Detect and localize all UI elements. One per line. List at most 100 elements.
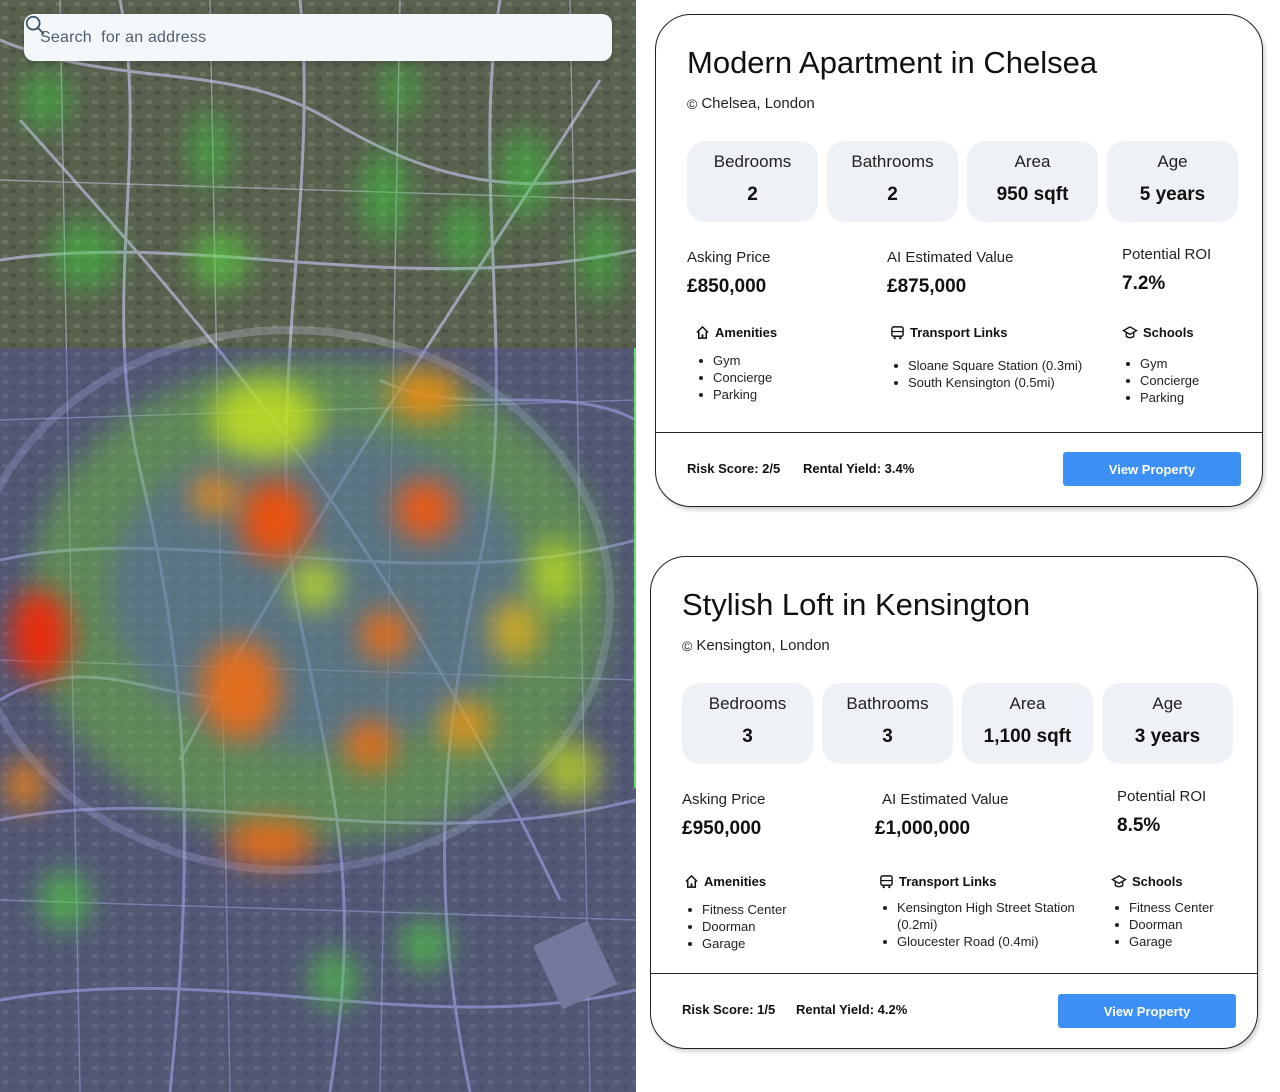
location-pin-icon: © <box>682 637 693 654</box>
stat-label: Age <box>1152 694 1183 713</box>
stat-value: 2 <box>747 184 758 205</box>
graduation-cap-icon <box>1122 326 1138 339</box>
estimated-value-value: £875,000 <box>887 276 967 297</box>
estimated-value-value: £1,000,000 <box>875 818 971 839</box>
transport-list: Sloane Square Station (0.3mi) South Kens… <box>890 357 1090 391</box>
list-item: Garage <box>1115 933 1214 950</box>
potential-roi: Potential ROI 7.2% <box>1122 246 1211 295</box>
asking-price: Asking Price £850,000 <box>687 249 770 298</box>
schools-section: Schools Gym Concierge Parking <box>1122 325 1199 406</box>
address-search-bar[interactable] <box>24 14 612 61</box>
bus-icon <box>891 326 904 340</box>
estimated-value-label: AI Estimated Value <box>882 791 1009 808</box>
list-item: Concierge <box>699 369 777 386</box>
bus-icon <box>880 875 893 889</box>
card-divider <box>656 432 1262 433</box>
property-location: © Kensington, London <box>682 637 830 654</box>
list-item: Kensington High Street Station (0.2mi) <box>883 899 1079 933</box>
asking-price-value: £850,000 <box>687 276 767 297</box>
list-item: Gloucester Road (0.4mi) <box>883 933 1079 950</box>
stat-label: Bedrooms <box>713 152 792 171</box>
list-item: Gym <box>1126 355 1199 372</box>
asking-price-label: Asking Price <box>687 249 771 266</box>
list-item: Parking <box>699 386 777 403</box>
property-location: © Chelsea, London <box>687 95 815 112</box>
stat-label: Bathrooms <box>851 152 934 171</box>
stat-age: Age 3 years <box>1102 683 1233 764</box>
list-item: Garage <box>688 935 787 952</box>
stat-value: 3 <box>882 726 893 747</box>
stat-value: 2 <box>887 184 898 205</box>
list-item: Gym <box>699 352 777 369</box>
stat-label: Bathrooms <box>846 694 929 713</box>
schools-heading: Schools <box>1132 874 1183 889</box>
property-stats: Bedrooms 3 Bathrooms 3 Area 1,100 sqft A… <box>682 683 1233 764</box>
transport-heading: Transport Links <box>899 874 997 889</box>
schools-list: Fitness Center Doorman Garage <box>1111 899 1214 950</box>
property-card-chelsea: Modern Apartment in Chelsea © Chelsea, L… <box>655 14 1263 507</box>
risk-score: Risk Score: 1/5 <box>682 1002 776 1017</box>
list-item: Doorman <box>1115 916 1214 933</box>
stat-value: 3 <box>742 726 753 747</box>
stat-value: 950 sqft <box>996 184 1069 205</box>
rental-yield: Rental Yield: 3.4% <box>803 461 915 476</box>
schools-list: Gym Concierge Parking <box>1122 355 1199 406</box>
transport-section: Transport Links Kensington High Street S… <box>879 874 1079 950</box>
property-stats: Bedrooms 2 Bathrooms 2 Area 950 sqft Age… <box>687 141 1238 222</box>
list-item: South Kensington (0.5mi) <box>894 374 1090 391</box>
schools-heading: Schools <box>1143 325 1194 340</box>
location-text: Kensington, London <box>696 637 830 654</box>
property-title: Stylish Loft in Kensington <box>682 587 1031 622</box>
amenities-heading: Amenities <box>715 325 778 340</box>
risk-score: Risk Score: 2/5 <box>687 461 781 476</box>
transport-section: Transport Links Sloane Square Station (0… <box>890 325 1090 391</box>
stat-bathrooms: Bathrooms 3 <box>822 683 953 764</box>
roi-value: 8.5% <box>1117 815 1161 836</box>
stat-value: 5 years <box>1139 184 1206 205</box>
view-property-button[interactable]: View Property <box>1058 994 1236 1028</box>
heatmap-map[interactable] <box>0 0 636 1092</box>
estimated-value: AI Estimated Value £875,000 <box>887 249 1013 298</box>
home-icon <box>685 874 698 888</box>
roi-value: 7.2% <box>1122 273 1166 294</box>
schools-section: Schools Fitness Center Doorman Garage <box>1111 874 1214 950</box>
list-item: Concierge <box>1126 372 1199 389</box>
list-item: Fitness Center <box>1115 899 1214 916</box>
stat-value: 1,100 sqft <box>983 726 1072 747</box>
stat-value: 3 years <box>1134 726 1201 747</box>
asking-price: Asking Price £950,000 <box>682 791 765 840</box>
list-item: Sloane Square Station (0.3mi) <box>894 357 1090 374</box>
list-item: Fitness Center <box>688 901 787 918</box>
property-card-kensington: Stylish Loft in Kensington © Kensington,… <box>650 556 1258 1049</box>
stat-label: Age <box>1157 152 1188 171</box>
map-panel-edge <box>634 348 636 788</box>
transport-list: Kensington High Street Station (0.2mi) G… <box>879 899 1079 950</box>
location-text: Chelsea, London <box>701 95 815 112</box>
graduation-cap-icon <box>1111 875 1127 888</box>
amenities-section: Amenities Fitness Center Doorman Garage <box>684 874 787 952</box>
location-pin-icon: © <box>687 95 698 112</box>
stat-area: Area 950 sqft <box>967 141 1098 222</box>
view-property-button[interactable]: View Property <box>1063 452 1241 486</box>
stat-area: Area 1,100 sqft <box>962 683 1093 764</box>
potential-roi: Potential ROI 8.5% <box>1117 788 1206 837</box>
stat-bathrooms: Bathrooms 2 <box>827 141 958 222</box>
address-search-input[interactable] <box>40 28 520 47</box>
stat-label: Area <box>1009 694 1046 713</box>
stat-label: Bedrooms <box>708 694 787 713</box>
amenities-list: Fitness Center Doorman Garage <box>684 901 787 952</box>
list-item: Parking <box>1126 389 1199 406</box>
amenities-section: Amenities Gym Concierge Parking <box>695 325 777 403</box>
search-icon <box>25 15 45 35</box>
amenities-heading: Amenities <box>704 874 767 889</box>
card-divider <box>651 973 1257 974</box>
stat-bedrooms: Bedrooms 3 <box>682 683 813 764</box>
amenities-list: Gym Concierge Parking <box>695 352 777 403</box>
stat-age: Age 5 years <box>1107 141 1238 222</box>
stat-label: Area <box>1014 152 1051 171</box>
asking-price-label: Asking Price <box>682 791 766 808</box>
stat-bedrooms: Bedrooms 2 <box>687 141 818 222</box>
estimated-value: AI Estimated Value £1,000,000 <box>875 791 1008 840</box>
list-item: Doorman <box>688 918 787 935</box>
roi-label: Potential ROI <box>1117 788 1207 805</box>
